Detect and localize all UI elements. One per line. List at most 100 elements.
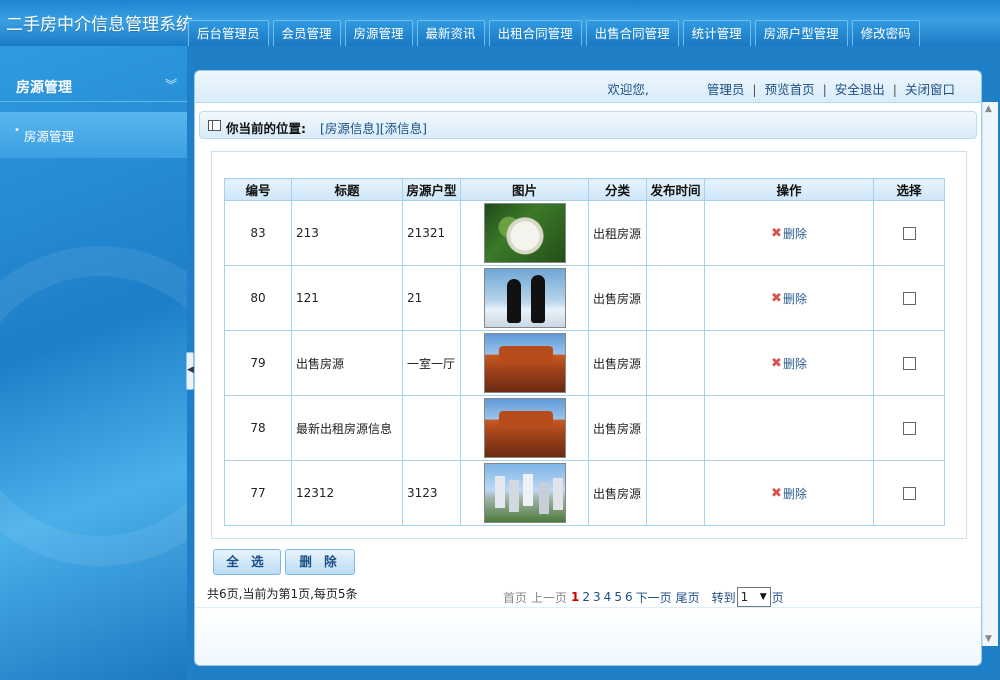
cell-select	[873, 265, 945, 331]
delete-label: 删除	[782, 226, 807, 241]
col-header-select: 选择	[873, 178, 945, 201]
select-all-button[interactable]: 全 选	[213, 549, 281, 575]
delete-label: 删除	[782, 486, 807, 501]
sidebar-header[interactable]: 房源管理 ︾	[0, 68, 187, 102]
tab-sale-contracts[interactable]: 出售合同管理	[585, 20, 679, 46]
sidebar-item-listings[interactable]: • 房源管理	[0, 112, 187, 158]
cell-title-link[interactable]: 12312	[291, 460, 403, 526]
goto-label: 转到	[711, 590, 736, 605]
cell-publish-time	[646, 330, 705, 396]
delete-button[interactable]: ✖ 删除	[771, 290, 807, 307]
delete-button[interactable]: ✖ 删除	[771, 225, 807, 242]
sidebar-toggle[interactable]: ◀	[186, 352, 194, 390]
welcome-greeting: 欢迎您,	[607, 82, 649, 97]
close-window-link[interactable]: 关闭窗口	[905, 82, 955, 97]
page-select[interactable]: 1 ▼	[736, 587, 771, 607]
tab-listings[interactable]: 房源管理	[344, 20, 413, 46]
cell-layout: 21	[402, 265, 461, 331]
tab-admin[interactable]: 后台管理员	[188, 20, 269, 46]
tab-rental-contracts[interactable]: 出租合同管理	[488, 20, 582, 46]
chevron-down-icon[interactable]: ︾	[165, 76, 177, 93]
page-link-2[interactable]: 2	[582, 590, 590, 604]
delete-button[interactable]: ✖ 删除	[771, 485, 807, 502]
cell-id: 77	[224, 460, 292, 526]
page-select-value: 1	[740, 590, 749, 604]
tab-members[interactable]: 会员管理	[272, 20, 341, 46]
table-row: 78 最新出租房源信息 出售房源	[224, 395, 945, 461]
listing-table: 编号 标题 房源户型 图片 分类 发布时间 操作 选择 83 213 21321…	[224, 178, 945, 526]
cell-layout: 21321	[402, 200, 461, 266]
next-page-link[interactable]: 下一页	[636, 589, 672, 606]
footer-area	[195, 607, 981, 665]
pagination: 首页 上一页 1 2 3 4 5 6 下一页 尾页 转到 1 ▼ 页	[503, 587, 784, 607]
table-row: 80 121 21 出售房源 ✖ 删除	[224, 265, 945, 331]
cell-publish-time	[646, 460, 705, 526]
delete-button[interactable]: ✖ 删除	[771, 355, 807, 372]
listing-thumbnail	[483, 398, 566, 458]
sidebar: 房源管理 ︾ • 房源管理	[0, 46, 187, 680]
delete-selected-button[interactable]: 删 除	[285, 549, 355, 575]
cell-publish-time	[646, 200, 705, 266]
cell-actions: ✖ 删除	[704, 330, 874, 396]
cell-id: 79	[224, 330, 292, 396]
cell-select	[873, 395, 945, 461]
page-link-6[interactable]: 6	[625, 590, 633, 604]
delete-label: 删除	[782, 356, 807, 371]
window-icon	[208, 120, 221, 131]
cell-title-link[interactable]: 213	[291, 200, 403, 266]
delete-x-icon: ✖	[771, 355, 782, 371]
listing-thumbnail	[483, 333, 566, 393]
cell-id: 83	[224, 200, 292, 266]
tab-statistics[interactable]: 统计管理	[682, 20, 751, 46]
preview-home-link[interactable]: 预览首页	[765, 82, 815, 97]
breadcrumb-label: 你当前的位置:	[226, 121, 306, 136]
page-link-3[interactable]: 3	[593, 590, 601, 604]
pagination-summary: 共6页,当前为第1页,每页5条	[207, 587, 358, 601]
row-checkbox[interactable]	[902, 227, 916, 240]
col-header-id: 编号	[224, 178, 292, 201]
cell-title-link[interactable]: 出售房源	[291, 330, 403, 396]
col-header-category: 分类	[588, 178, 647, 201]
col-header-title: 标题	[291, 178, 403, 201]
delete-label: 删除	[782, 291, 807, 306]
col-header-actions: 操作	[704, 178, 874, 201]
cell-image	[460, 330, 589, 396]
tab-layouts[interactable]: 房源户型管理	[754, 20, 848, 46]
sidebar-title: 房源管理	[16, 80, 72, 96]
vertical-scrollbar[interactable]: ▲ ▼	[982, 102, 998, 646]
cell-category: 出售房源	[588, 265, 647, 331]
sidebar-item-label: 房源管理	[24, 129, 75, 144]
scroll-up-icon[interactable]: ▲	[985, 104, 992, 114]
scroll-down-icon[interactable]: ▼	[985, 634, 992, 644]
main-nav: 后台管理员 会员管理 房源管理 最新资讯 出租合同管理 出售合同管理 统计管理 …	[188, 20, 920, 46]
logout-link[interactable]: 安全退出	[835, 82, 885, 97]
cell-title-link[interactable]: 最新出租房源信息	[291, 395, 403, 461]
cell-title-link[interactable]: 121	[291, 265, 403, 331]
cell-category: 出租房源	[588, 200, 647, 266]
welcome-role: 管理员	[706, 82, 745, 97]
table-row: 77 12312 3123 出售房源 ✖ 删除	[224, 460, 945, 526]
cell-id: 78	[224, 395, 292, 461]
table-row: 83 213 21321 出租房源 ✖ 删除	[224, 200, 945, 266]
last-page-link[interactable]: 尾页	[676, 589, 700, 606]
first-page-link: 首页	[503, 590, 528, 605]
tab-news[interactable]: 最新资讯	[416, 20, 485, 46]
top-banner: 二手房中介信息管理系统 后台管理员 会员管理 房源管理 最新资讯 出租合同管理 …	[0, 0, 1000, 46]
cell-publish-time	[646, 395, 705, 461]
cell-image	[460, 265, 589, 331]
cell-actions: ✖ 删除	[704, 265, 874, 331]
row-checkbox[interactable]	[902, 487, 916, 500]
app-title: 二手房中介信息管理系统	[6, 15, 193, 35]
row-checkbox[interactable]	[902, 357, 916, 370]
row-checkbox[interactable]	[902, 422, 916, 435]
tab-change-password[interactable]: 修改密码	[851, 20, 920, 46]
row-checkbox[interactable]	[902, 292, 916, 305]
breadcrumb-path[interactable]: [房源信息][添信息]	[320, 118, 427, 137]
page-link-4[interactable]: 4	[604, 590, 612, 604]
page-link-5[interactable]: 5	[614, 590, 622, 604]
breadcrumb: 你当前的位置: [房源信息][添信息]	[199, 111, 977, 139]
cell-publish-time	[646, 265, 705, 331]
delete-x-icon: ✖	[771, 485, 782, 501]
page-link-1[interactable]: 1	[571, 590, 579, 604]
delete-x-icon: ✖	[771, 225, 782, 241]
